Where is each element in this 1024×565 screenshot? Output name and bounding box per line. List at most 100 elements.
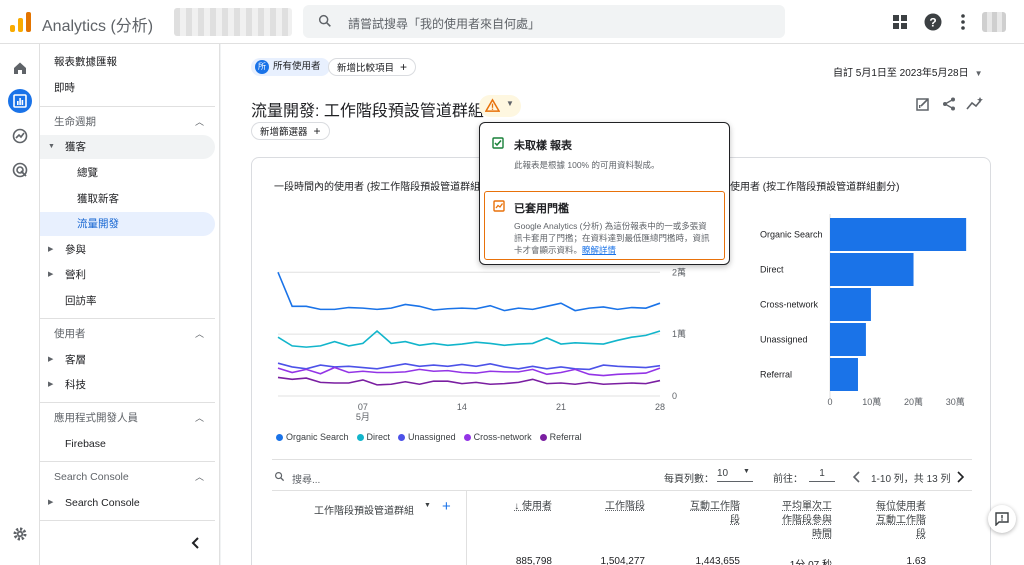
search-bar[interactable]: 請嘗試搜尋「我的使用者來自何處」 — [303, 5, 785, 38]
category-label: Cross-network — [760, 300, 819, 310]
threshold-body-1: Google Analytics (分析) 為這份報表中的一或多張資 — [514, 221, 707, 231]
caret-down-icon[interactable]: ▼ — [424, 502, 431, 509]
rows-per-page-select[interactable]: 10 ▼ — [717, 468, 753, 482]
legend-label: Unassigned — [408, 432, 456, 442]
series-line-direct — [277, 329, 661, 348]
divider — [40, 402, 215, 403]
sidebar-item-monetization[interactable]: ▶ 營利 — [40, 263, 215, 287]
metric-column-header[interactable]: 每位使用者 互動工作階段 — [846, 500, 926, 542]
legend-item[interactable]: Organic Search — [276, 432, 349, 442]
sidebar-item-retention[interactable]: 回訪率 — [40, 289, 215, 313]
sidebar-item-tech[interactable]: ▶ 科技 — [40, 373, 215, 397]
date-range-picker[interactable]: 自訂 5月1日至 2023年5月28日 ▼ — [833, 64, 983, 79]
sidebar-item-demographics[interactable]: ▶ 客層 — [40, 348, 215, 372]
bar-chart: Organic Search Direct Cross-network Unassig… — [760, 214, 967, 407]
avatar[interactable] — [982, 12, 1006, 32]
section-search-console[interactable]: Search Console ︿ — [40, 465, 215, 489]
customize-report-icon[interactable] — [915, 96, 931, 112]
metric-column-header[interactable]: 平均單次工 作階段參與 時間 — [752, 500, 832, 542]
settings-gear-icon[interactable] — [8, 522, 32, 546]
section-app-developer[interactable]: 應用程式開發人員 ︿ — [40, 406, 215, 430]
metric-column-header[interactable]: ↓ 使用者 — [472, 500, 552, 514]
divider — [40, 461, 215, 462]
sidebar-item-reports-snapshot[interactable]: 報表數據匯報 — [40, 50, 215, 74]
account-selector[interactable] — [174, 8, 292, 36]
next-page-icon[interactable] — [956, 471, 964, 483]
learn-more-link[interactable]: 瞭解詳情 — [582, 245, 616, 255]
user-segment-chip[interactable]: 所所有使用者 — [251, 58, 330, 76]
legend-item[interactable]: Referral — [539, 432, 582, 442]
left-rail — [0, 44, 40, 565]
app-title[interactable]: Analytics (分析) — [42, 12, 153, 36]
legend-item[interactable]: Cross-network — [463, 432, 532, 442]
search-icon — [275, 472, 285, 482]
legend-dot — [539, 434, 547, 442]
unsampled-title: 未取樣 報表 — [514, 140, 573, 152]
column-total: 1,443,655 — [695, 556, 741, 565]
caret-right-icon: ▶ — [48, 356, 54, 363]
column-total: 885,798 — [515, 556, 552, 565]
section-lifecycle[interactable]: 生命週期 ︿ — [40, 110, 215, 134]
home-icon[interactable] — [8, 56, 32, 80]
series-line-cross-network — [277, 366, 661, 377]
sidebar-item-label: 即時 — [54, 82, 75, 94]
sidebar-item-realtime[interactable]: 即時 — [40, 76, 215, 100]
goto-page-input[interactable]: 1 — [809, 468, 835, 482]
x-tick-label: 0 — [827, 397, 832, 407]
sidebar-item-overview[interactable]: 總覽 — [40, 161, 215, 185]
legend-item[interactable]: Unassigned — [398, 432, 456, 442]
caret-down-icon: ▼ — [743, 468, 750, 475]
data-quality-button[interactable]: ▼ — [479, 95, 521, 117]
help-icon[interactable]: ? — [923, 12, 943, 32]
column-total: 1,504,277 — [600, 556, 646, 565]
dimension-column-header[interactable]: 工作階段預設管道群組 — [314, 502, 414, 517]
feedback-button[interactable] — [988, 505, 1016, 533]
sidebar-item-traffic-acquisition[interactable]: 流量開發 — [40, 212, 215, 236]
category-label: Organic Search — [760, 230, 823, 240]
apps-grid-icon[interactable] — [890, 12, 910, 32]
collapse-chevron-icon[interactable] — [190, 536, 202, 550]
section-label: 應用程式開發人員 — [54, 412, 138, 424]
line-chart-legend: Organic Search Direct Unassigned Cross-netw… — [276, 432, 582, 442]
add-comparison-button[interactable]: 新增比較項目 + — [328, 58, 417, 76]
advertising-icon[interactable] — [8, 158, 32, 182]
analytics-logo[interactable] — [10, 12, 32, 32]
column-header-line: ↓ 使用者 — [514, 501, 552, 512]
insights-icon[interactable] — [966, 96, 984, 112]
chevron-up-icon: ︿ — [195, 329, 205, 339]
x-tick-label: 07 — [358, 402, 368, 412]
chip-label: 新增比較項目 — [337, 63, 395, 74]
column-divider — [466, 491, 467, 565]
chip-label: 所有使用者 — [273, 61, 321, 72]
add-dimension-plus-icon[interactable]: + — [442, 498, 451, 515]
section-user[interactable]: 使用者 ︿ — [40, 322, 215, 346]
sidebar-item-label: 參與 — [65, 244, 86, 256]
sidebar-item-search-console[interactable]: ▶ Search Console — [40, 491, 215, 515]
x-tick-label: 10萬 — [862, 396, 881, 407]
add-filter-button[interactable]: 新增篩選器 + — [251, 122, 330, 140]
legend-item[interactable]: Direct — [356, 432, 391, 442]
table-search-input[interactable]: 搜尋... — [292, 471, 320, 486]
sidebar-item-engagement[interactable]: ▶ 參與 — [40, 238, 215, 262]
legend-dot — [356, 434, 364, 442]
legend-label: Cross-network — [473, 432, 532, 442]
unsampled-body: 此報表是根據 100% 的可用資料製成。 — [514, 160, 660, 170]
main-content: 所所有使用者 新增比較項目 + 自訂 5月1日至 2023年5月28日 ▼ 流量開發… — [221, 44, 1024, 565]
prev-page-icon[interactable] — [853, 471, 861, 483]
sidebar-item-user-acquisition[interactable]: 獲取新客 — [40, 187, 215, 211]
metric-column-header[interactable]: 互動工作階段 — [660, 500, 740, 528]
section-label: Search Console — [54, 471, 129, 483]
sidebar-item-acquisition[interactable]: ▼ 獲客 — [40, 135, 215, 159]
category-label: Unassigned — [760, 335, 808, 345]
metric-column-header[interactable]: 工作階段 — [565, 500, 645, 514]
share-icon[interactable] — [941, 96, 957, 112]
legend-dot — [463, 434, 471, 442]
bar-direct — [830, 253, 914, 286]
sidebar-item-label: 獲取新客 — [77, 193, 119, 205]
x-tick-label: 20萬 — [904, 396, 923, 407]
explore-icon[interactable] — [8, 124, 32, 148]
sidebar-item-firebase[interactable]: Firebase — [40, 432, 215, 456]
legend-label: Direct — [366, 432, 391, 442]
more-vert-icon[interactable] — [953, 12, 973, 32]
reports-icon[interactable] — [8, 89, 32, 113]
